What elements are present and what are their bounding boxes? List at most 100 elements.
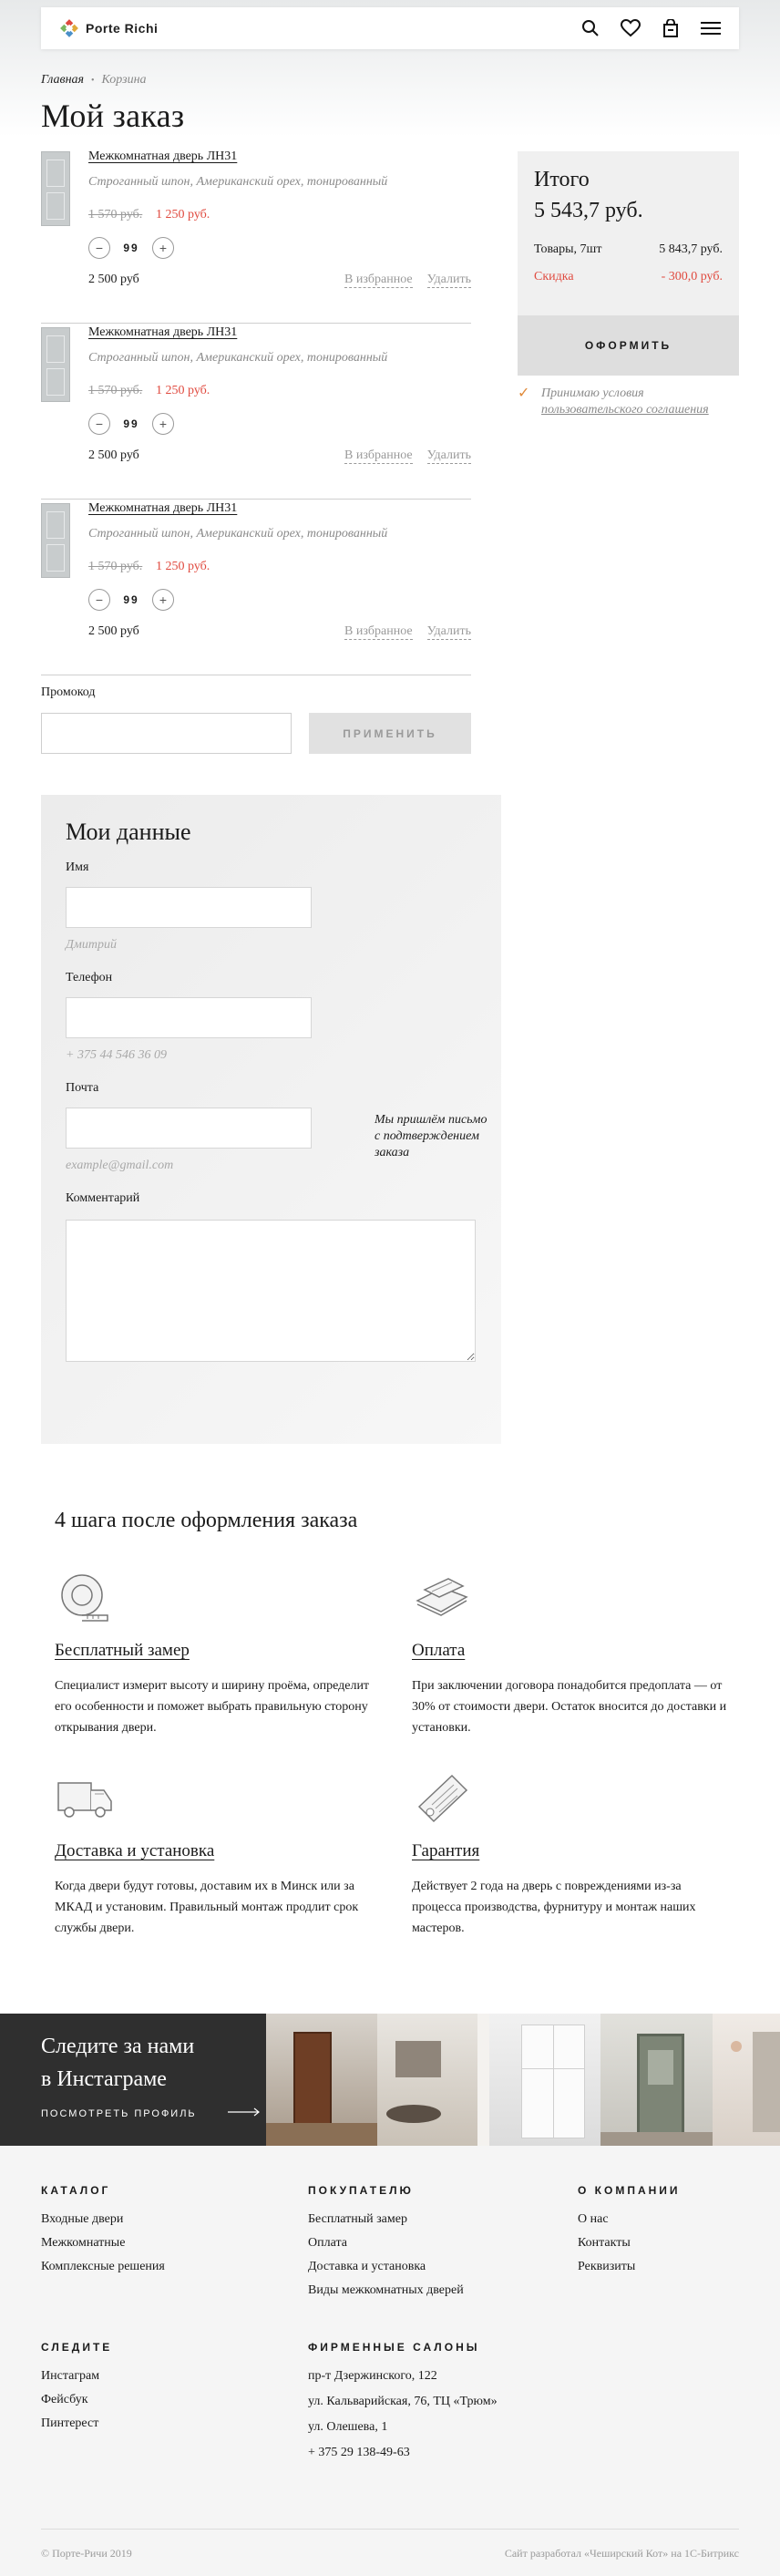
add-to-favorites-link[interactable]: В избранное bbox=[344, 448, 413, 464]
door-thumbnail[interactable] bbox=[41, 151, 70, 226]
breadcrumb-home[interactable]: Главная bbox=[41, 73, 84, 88]
item-total: 2 500 руб bbox=[88, 448, 139, 462]
menu-icon[interactable] bbox=[701, 18, 721, 38]
cart-list: Межкомнатная дверь ЛН31 Строганный шпон,… bbox=[41, 148, 471, 675]
step-title[interactable]: Гарантия bbox=[412, 1841, 479, 1861]
footer-heading: ПОКУПАТЕЛЮ bbox=[308, 2184, 414, 2197]
name-field[interactable] bbox=[66, 887, 312, 928]
instagram-photo[interactable] bbox=[488, 2014, 601, 2146]
terms-link[interactable]: пользовательского соглашения bbox=[541, 403, 709, 417]
steps-title: 4 шага после оформления заказа bbox=[55, 1509, 358, 1532]
item-description: Строганный шпон, Американский орех, тони… bbox=[88, 175, 388, 189]
site-footer: КАТАЛОГ Входные двери Межкомнатные Компл… bbox=[0, 2146, 780, 2576]
logo-mark-icon bbox=[60, 19, 78, 37]
comment-label: Комментарий bbox=[66, 1191, 140, 1205]
footer-link[interactable]: Бесплатный замер bbox=[308, 2212, 464, 2227]
terms-agreement[interactable]: ✓ Принимаю условия пользовательского сог… bbox=[518, 386, 739, 418]
search-icon[interactable] bbox=[580, 18, 600, 38]
step-title[interactable]: Доставка и установка bbox=[55, 1841, 214, 1861]
door-thumbnail[interactable] bbox=[41, 327, 70, 402]
footer-link[interactable]: Комплексные решения bbox=[41, 2260, 165, 2274]
checkout-button[interactable]: ОФОРМИТЬ bbox=[518, 315, 739, 376]
arrow-right-icon[interactable] bbox=[228, 2107, 261, 2117]
footer-link[interactable]: Доставка и установка bbox=[308, 2260, 464, 2274]
salon-phone[interactable]: + 375 29 138-49-63 bbox=[308, 2446, 498, 2460]
quantity-increase-button[interactable]: + bbox=[152, 413, 174, 435]
footer-link[interactable]: Реквизиты bbox=[578, 2260, 681, 2274]
instagram-card: Следите за нами в Инстаграме ПОСМОТРЕТЬ … bbox=[0, 2014, 266, 2146]
summary-goods-row: Товары, 7шт 5 843,7 руб. bbox=[534, 242, 723, 257]
comment-field[interactable] bbox=[66, 1220, 476, 1362]
instagram-title-line-2: в Инстаграме bbox=[41, 2067, 167, 2091]
email-note-line-2: с подтверждением заказа bbox=[375, 1129, 479, 1159]
quantity-value[interactable]: 99 bbox=[121, 593, 141, 606]
door-thumbnail[interactable] bbox=[41, 503, 70, 578]
heart-icon[interactable] bbox=[621, 18, 641, 38]
checkmark-icon[interactable]: ✓ bbox=[518, 386, 529, 402]
delete-item-link[interactable]: Удалить bbox=[426, 448, 471, 464]
quantity-value[interactable]: 99 bbox=[121, 417, 141, 430]
developer-credit[interactable]: Сайт разработал «Чеширский Кот» на 1С-Би… bbox=[505, 2547, 739, 2561]
quantity-decrease-button[interactable]: − bbox=[88, 237, 110, 259]
footer-link[interactable]: Межкомнатные bbox=[41, 2236, 165, 2251]
quantity-value[interactable]: 99 bbox=[121, 242, 141, 254]
delete-item-link[interactable]: Удалить bbox=[426, 624, 471, 640]
instagram-photo[interactable] bbox=[265, 2014, 378, 2146]
quantity-stepper: − 99 + bbox=[88, 237, 174, 259]
step-title[interactable]: Оплата bbox=[412, 1641, 465, 1661]
quantity-decrease-button[interactable]: − bbox=[88, 413, 110, 435]
apply-promo-button[interactable]: ПРИМЕНИТЬ bbox=[309, 713, 471, 754]
logo[interactable]: Porte Richi bbox=[59, 18, 158, 38]
item-new-price: 1 250 руб. bbox=[156, 560, 210, 573]
footer-link[interactable]: Фейсбук bbox=[41, 2393, 112, 2407]
goods-value: 5 843,7 руб. bbox=[659, 242, 723, 256]
phone-hint: + 375 44 546 36 09 bbox=[66, 1048, 167, 1062]
step-text: При заключении договора понадобится пред… bbox=[412, 1679, 727, 1735]
my-data-title: Мои данные bbox=[66, 819, 191, 845]
bag-icon[interactable] bbox=[661, 18, 681, 38]
footer-heading: ФИРМЕННЫЕ САЛОНЫ bbox=[308, 2341, 480, 2354]
salon-address: пр-т Дзержинского, 122 bbox=[308, 2369, 437, 2383]
salon-address: ул. Кальварийская, 76, ТЦ «Трюм» bbox=[308, 2395, 498, 2408]
footer-link[interactable]: Входные двери bbox=[41, 2212, 165, 2227]
item-old-price: 1 570 руб. bbox=[88, 208, 143, 222]
quantity-increase-button[interactable]: + bbox=[152, 237, 174, 259]
footer-link[interactable]: Пинтерест bbox=[41, 2416, 112, 2431]
instagram-photo[interactable] bbox=[600, 2014, 713, 2146]
item-title[interactable]: Межкомнатная дверь ЛН31 bbox=[88, 501, 237, 516]
promo-input[interactable] bbox=[41, 713, 292, 754]
step-text: Специалист измерит высоту и ширину проём… bbox=[55, 1679, 370, 1735]
cart-item: Межкомнатная дверь ЛН31 Строганный шпон,… bbox=[41, 500, 471, 675]
quantity-decrease-button[interactable]: − bbox=[88, 589, 110, 611]
delivery-van-icon bbox=[57, 1782, 112, 1818]
footer-link[interactable]: Контакты bbox=[578, 2236, 681, 2251]
footer-link[interactable]: Инстаграм bbox=[41, 2369, 112, 2384]
instagram-photo[interactable] bbox=[377, 2014, 489, 2146]
step-text: Действует 2 года на дверь с повреждениям… bbox=[412, 1880, 696, 1935]
footer-link[interactable]: Виды межкомнатных дверей bbox=[308, 2283, 464, 2298]
promo-label: Промокод bbox=[41, 685, 96, 699]
summary-title: Итого bbox=[534, 168, 590, 191]
instagram-photo[interactable] bbox=[713, 2014, 780, 2146]
footer-heading: СЛЕДИТЕ bbox=[41, 2341, 113, 2354]
email-note-line-1: Мы пришлём письмо bbox=[375, 1113, 488, 1127]
view-profile-link[interactable]: ПОСМОТРЕТЬ ПРОФИЛЬ bbox=[41, 2108, 197, 2119]
email-label: Почта bbox=[66, 1081, 99, 1095]
add-to-favorites-link[interactable]: В избранное bbox=[344, 273, 413, 288]
phone-field[interactable] bbox=[66, 997, 312, 1038]
item-title[interactable]: Межкомнатная дверь ЛН31 bbox=[88, 149, 237, 164]
instagram-title-line-1: Следите за нами bbox=[41, 2035, 195, 2058]
delete-item-link[interactable]: Удалить bbox=[426, 273, 471, 288]
discount-label: Скидка bbox=[534, 270, 574, 283]
footer-link[interactable]: О нас bbox=[578, 2212, 681, 2227]
email-field[interactable] bbox=[66, 1108, 312, 1149]
step-title[interactable]: Бесплатный замер bbox=[55, 1641, 190, 1661]
item-title[interactable]: Межкомнатная дверь ЛН31 bbox=[88, 325, 237, 340]
item-total: 2 500 руб bbox=[88, 273, 139, 286]
copyright: © Порте-Ричи 2019 bbox=[41, 2547, 132, 2560]
add-to-favorites-link[interactable]: В избранное bbox=[344, 624, 413, 640]
quantity-increase-button[interactable]: + bbox=[152, 589, 174, 611]
terms-text: Принимаю условия bbox=[541, 386, 644, 400]
footer-link[interactable]: Оплата bbox=[308, 2236, 464, 2251]
item-new-price: 1 250 руб. bbox=[156, 384, 210, 397]
